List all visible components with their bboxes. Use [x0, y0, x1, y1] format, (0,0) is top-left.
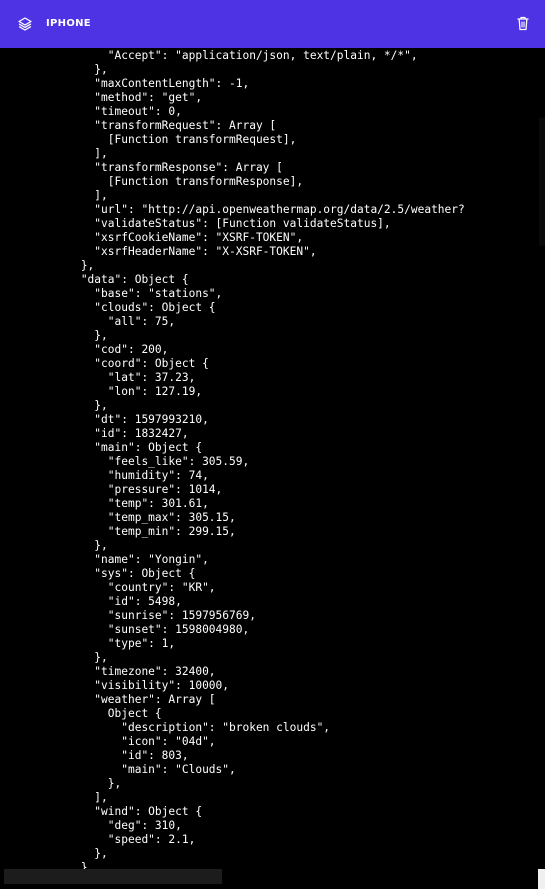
log-line: "id": 5498,	[0, 595, 182, 608]
vertical-scrollbar-thumb[interactable]	[539, 118, 545, 246]
log-line: "temp_min": 299.15,	[0, 525, 236, 538]
log-line: "name": "Yongin",	[0, 553, 209, 566]
log-line: "type": 1,	[0, 637, 176, 650]
log-line: ],	[0, 189, 108, 202]
log-line: "sunset": 1598004980,	[0, 623, 250, 636]
log-line: "feels_like": 305.59,	[0, 455, 250, 468]
scrollbar-corner	[538, 869, 545, 889]
console-output[interactable]: "Accept": "application/json, text/plain,…	[0, 48, 545, 872]
log-line: "id": 803,	[0, 749, 189, 762]
log-line: "pressure": 1014,	[0, 483, 223, 496]
log-line: "xsrfCookieName": "XSRF-TOKEN",	[0, 231, 304, 244]
log-line: ],	[0, 147, 108, 160]
log-line: "visibility": 10000,	[0, 679, 230, 692]
log-line: "data": Object {	[0, 273, 189, 286]
log-line: "url": "http://api.openweathermap.org/da…	[0, 203, 465, 216]
log-line: "weather": Array [	[0, 693, 216, 706]
horizontal-scrollbar-thumb[interactable]	[4, 869, 222, 884]
log-line: "validateStatus": [Function validateStat…	[0, 217, 391, 230]
device-title: IPHONE	[46, 18, 91, 29]
log-line: },	[0, 777, 122, 790]
log-line: "icon": "04d",	[0, 735, 216, 748]
app-header: IPHONE	[0, 0, 545, 48]
log-line: ],	[0, 791, 108, 804]
log-line: "id": 1832427,	[0, 427, 189, 440]
log-line: "lon": 127.19,	[0, 385, 203, 398]
log-line: "clouds": Object {	[0, 301, 216, 314]
log-line: "sunrise": 1597956769,	[0, 609, 256, 622]
log-line: "all": 75,	[0, 315, 176, 328]
log-line: [Function transformResponse],	[0, 175, 304, 188]
log-line: "timezone": 32400,	[0, 665, 216, 678]
log-line: "transformRequest": Array [	[0, 119, 277, 132]
log-line: Object {	[0, 707, 162, 720]
log-line: "deg": 310,	[0, 819, 182, 832]
log-line: "coord": Object {	[0, 357, 209, 370]
log-line: "humidity": 74,	[0, 469, 209, 482]
log-line: "timeout": 0,	[0, 105, 182, 118]
log-line: [Function transformRequest],	[0, 133, 297, 146]
log-text: "Accept": "application/json, text/plain,…	[0, 49, 465, 872]
log-line: "temp": 301.61,	[0, 497, 209, 510]
log-line: },	[0, 539, 108, 552]
log-line: "dt": 1597993210,	[0, 413, 209, 426]
log-line: },	[0, 651, 108, 664]
log-line: "speed": 2.1,	[0, 833, 196, 846]
log-line: "country": "KR",	[0, 581, 216, 594]
layers-icon	[17, 16, 33, 32]
log-line: },	[0, 259, 95, 272]
trash-icon[interactable]	[515, 15, 531, 32]
log-line: "cod": 200,	[0, 343, 169, 356]
log-line: "transformResponse": Array [	[0, 161, 283, 174]
log-line: "main": Object {	[0, 441, 203, 454]
log-line: "description": "broken clouds",	[0, 721, 331, 734]
log-line: "sys": Object {	[0, 567, 196, 580]
log-line: "method": "get",	[0, 91, 203, 104]
log-line: },	[0, 329, 108, 342]
log-line: "main": "Clouds",	[0, 763, 236, 776]
log-line: },	[0, 847, 108, 860]
log-line: "xsrfHeaderName": "X-XSRF-TOKEN",	[0, 245, 317, 258]
log-line: "temp_max": 305.15,	[0, 511, 236, 524]
log-line: "wind": Object {	[0, 805, 203, 818]
log-line: },	[0, 399, 108, 412]
log-line: "lat": 37.23,	[0, 371, 196, 384]
log-line: "maxContentLength": -1,	[0, 77, 250, 90]
log-line: "base": "stations",	[0, 287, 223, 300]
log-line: },	[0, 63, 108, 76]
log-line: "Accept": "application/json, text/plain,…	[0, 49, 418, 62]
